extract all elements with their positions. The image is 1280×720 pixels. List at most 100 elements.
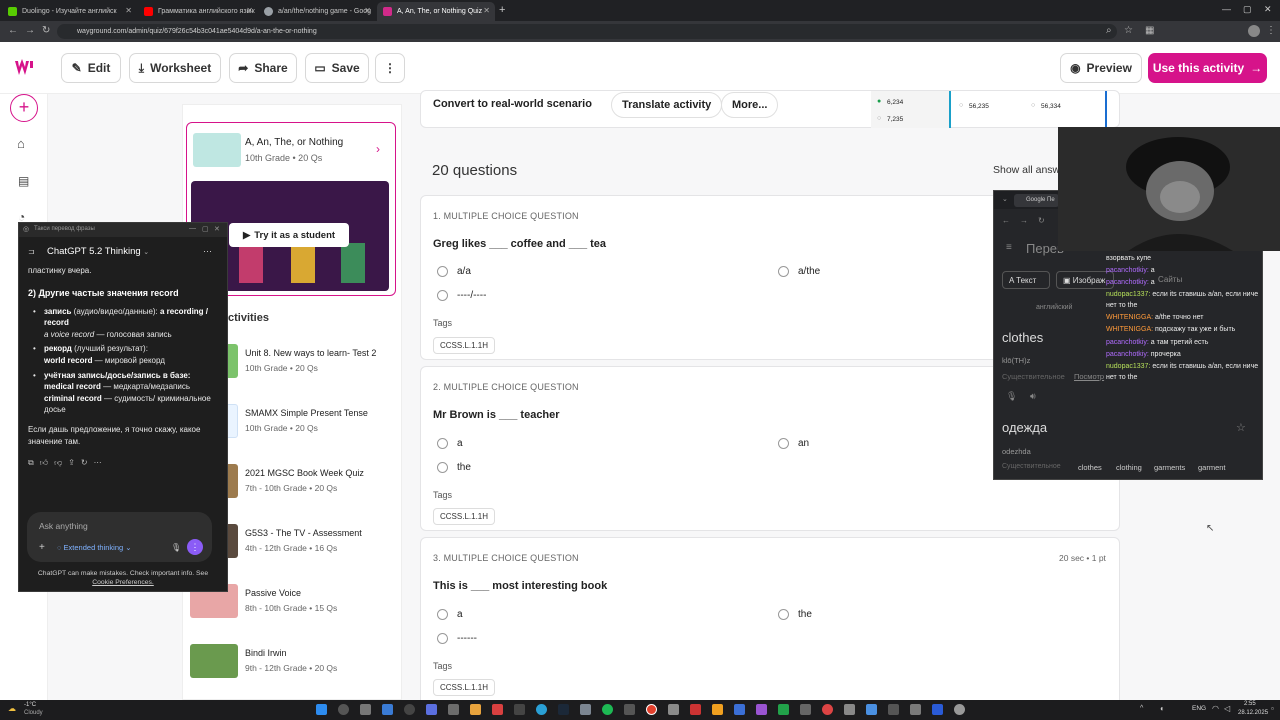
language-indicator[interactable]: ENG	[1192, 705, 1206, 712]
app-icon[interactable]	[756, 704, 767, 715]
plus-icon[interactable]: +	[39, 542, 45, 553]
close-icon[interactable]: ✕	[364, 6, 371, 15]
tray-chevron-icon[interactable]: ^	[1140, 705, 1143, 712]
search-icon[interactable]	[338, 704, 349, 715]
tray-icon[interactable]: ◐	[1160, 704, 1165, 713]
app-icon[interactable]	[404, 704, 415, 715]
try-as-student-button[interactable]: ▶ Try it as a student	[229, 223, 349, 247]
translator-tab[interactable]: Google Пе	[1014, 194, 1059, 207]
convert-scenario-button[interactable]: Convert to real-world scenario	[433, 98, 592, 110]
answer-option[interactable]: a	[437, 609, 463, 620]
back-icon[interactable]: ←	[1002, 216, 1010, 225]
app-icon[interactable]	[822, 704, 833, 715]
standard-tag[interactable]: CCSS.L.1.1H	[433, 508, 496, 525]
source-text[interactable]: clothes	[1002, 330, 1043, 345]
create-button[interactable]: +	[10, 94, 38, 122]
reload-icon[interactable]: ↻	[42, 25, 50, 36]
minimize-icon[interactable]: —	[1222, 4, 1231, 14]
clock-date[interactable]: 28.12.2025	[1238, 710, 1268, 716]
answer-option[interactable]: a/the	[778, 266, 820, 277]
notification-icon[interactable]: ▫	[1271, 704, 1274, 713]
volume-icon[interactable]: ◁	[1224, 704, 1230, 713]
extensions-icon[interactable]: ▦	[1145, 25, 1154, 36]
translate-activity-button[interactable]: Translate activity	[611, 92, 723, 118]
minimize-icon[interactable]: —	[189, 225, 196, 232]
standard-tag[interactable]: CCSS.L.1.1H	[433, 337, 496, 354]
menu-icon[interactable]: ⋮	[1266, 25, 1276, 36]
task-view-icon[interactable]	[360, 704, 371, 715]
start-icon[interactable]	[316, 704, 327, 715]
see-more-link[interactable]: Посмотр	[1074, 372, 1104, 381]
app-icon[interactable]	[888, 704, 899, 715]
app-icon[interactable]	[866, 704, 877, 715]
answer-option[interactable]: a/a	[437, 266, 471, 277]
maximize-icon[interactable]: ▢	[1243, 4, 1252, 15]
answer-option[interactable]: the	[437, 462, 471, 473]
more-icon[interactable]: ⋯	[203, 246, 212, 257]
folder-icon[interactable]	[470, 704, 481, 715]
app-icon[interactable]	[426, 704, 437, 715]
library-icon[interactable]: ▤	[18, 174, 29, 188]
share-button[interactable]: ➦ Share	[229, 53, 297, 83]
source-language[interactable]: английский	[1036, 304, 1072, 311]
synonym-chip[interactable]: garment	[1198, 463, 1226, 472]
app-icon[interactable]	[734, 704, 745, 715]
voice-mode-button[interactable]: ⋮	[187, 539, 203, 555]
share-icon[interactable]: ⇪	[68, 458, 81, 467]
tab-grammar[interactable]: Грамматика английского язык ✕	[138, 2, 258, 21]
chevron-down-icon[interactable]: ⌄	[1002, 195, 1008, 203]
app-icon[interactable]	[910, 704, 921, 715]
steam-icon[interactable]	[558, 704, 569, 715]
preview-button[interactable]: ◉ Preview	[1060, 53, 1142, 83]
save-button[interactable]: ▭ Save	[305, 53, 369, 83]
thumbs-down-icon[interactable]: 👎︎	[54, 458, 68, 467]
url-field[interactable]: wayground.com/admin/quiz/679f26c54b3c041…	[57, 24, 1117, 39]
synonym-chip[interactable]: clothing	[1116, 463, 1142, 472]
standard-tag[interactable]: CCSS.L.1.1H	[433, 679, 496, 696]
answer-option[interactable]: an	[778, 438, 809, 449]
mic-icon[interactable]: 🎙︎	[1006, 391, 1017, 402]
app-icon[interactable]	[690, 704, 701, 715]
settings-icon[interactable]	[954, 704, 965, 715]
worksheet-button[interactable]: ⤓ Worksheet	[129, 53, 221, 83]
zoom-icon[interactable]: ⌕	[1106, 25, 1112, 36]
telegram-icon[interactable]	[536, 704, 547, 715]
speaker-icon[interactable]: 🔊︎	[1030, 391, 1036, 402]
back-icon[interactable]: ←	[8, 25, 18, 36]
close-icon[interactable]: ✕	[483, 6, 490, 15]
wifi-icon[interactable]: ◠	[1212, 704, 1219, 713]
app-icon[interactable]	[624, 704, 635, 715]
copy-icon[interactable]: ⧉	[28, 458, 40, 467]
answer-option[interactable]: ----/----	[437, 290, 486, 301]
text-mode-button[interactable]: A Текст	[1002, 271, 1050, 289]
answer-option[interactable]: the	[778, 609, 812, 620]
mic-icon[interactable]: 🎙︎	[171, 543, 181, 552]
close-icon[interactable]: ✕	[214, 225, 220, 233]
sidebar-toggle-icon[interactable]: ⊐	[28, 247, 35, 256]
more-tools-button[interactable]: More...	[721, 92, 779, 118]
close-window-icon[interactable]: ✕	[1264, 4, 1272, 15]
app-icon[interactable]	[668, 704, 679, 715]
app-icon[interactable]	[844, 704, 855, 715]
app-icon[interactable]	[712, 704, 723, 715]
reload-icon[interactable]: ↻	[1038, 216, 1045, 225]
spotify-icon[interactable]	[602, 704, 613, 715]
prompt-box[interactable]: Ask anything + ◌ Extended thinking ⌄ 🎙︎ …	[27, 512, 212, 562]
home-icon[interactable]: ⌂	[17, 136, 25, 151]
maximize-icon[interactable]: ▢	[202, 225, 209, 233]
app-icon[interactable]	[382, 704, 393, 715]
tab-google[interactable]: a/an/the/nothing game - Goog ✕	[258, 2, 376, 21]
answer-option[interactable]: ------	[437, 633, 477, 644]
cookie-preferences-link[interactable]: Cookie Preferences.	[19, 578, 227, 587]
tab-duolingo[interactable]: Duolingo - Изучайте английск ✕	[2, 2, 137, 21]
prompt-input[interactable]: Ask anything	[39, 521, 88, 531]
app-icon[interactable]	[932, 704, 943, 715]
forward-icon[interactable]: →	[25, 25, 35, 36]
tab-quiz[interactable]: A, An, The, or Nothing Quiz ✕	[377, 2, 495, 21]
menu-icon[interactable]: ≡	[1006, 242, 1012, 253]
wayground-logo-icon[interactable]	[14, 58, 34, 76]
app-icon[interactable]	[492, 704, 503, 715]
chrome-icon[interactable]	[646, 704, 657, 715]
regenerate-icon[interactable]: ↻	[81, 458, 94, 467]
forward-icon[interactable]: →	[1020, 216, 1028, 225]
